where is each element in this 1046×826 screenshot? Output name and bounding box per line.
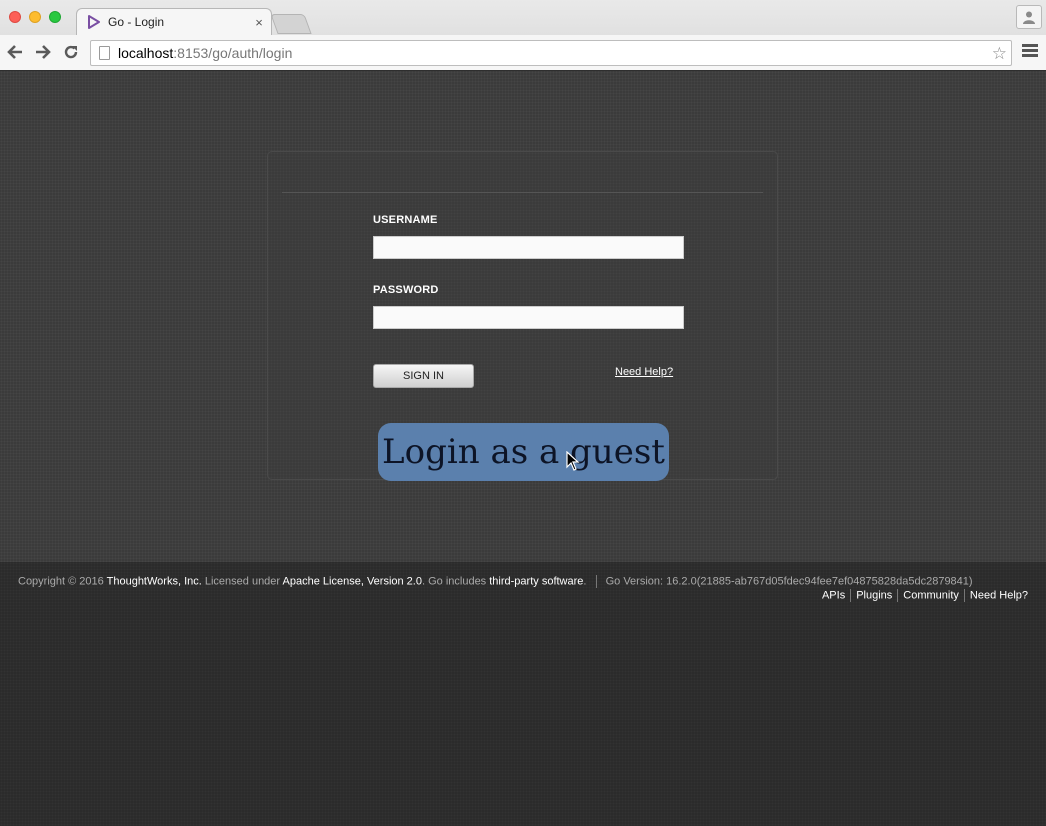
star-icon[interactable]: ☆ <box>992 44 1007 64</box>
footer-link-need-help[interactable]: Need Help? <box>970 589 1028 601</box>
copyright-text: Copyright © 2016 <box>18 575 104 588</box>
password-input[interactable] <box>373 306 684 329</box>
apache-license-link[interactable]: Apache License, Version 2.0 <box>283 575 422 587</box>
profile-icon[interactable] <box>1016 5 1042 29</box>
zoom-window-button[interactable] <box>49 11 61 23</box>
new-tab-button[interactable] <box>270 14 312 34</box>
go-version-text: Go Version: 16.2.0(21885-ab767d05fdec94f… <box>605 575 973 588</box>
person-icon <box>1023 11 1035 24</box>
footer-copyright-line: Copyright © 2016 ThoughtWorks, Inc. Lice… <box>18 575 973 588</box>
tab-close-icon[interactable]: × <box>247 15 271 30</box>
minimize-window-button[interactable] <box>29 11 41 23</box>
period-text: . <box>583 575 587 588</box>
footer-link-apis[interactable]: APIs <box>822 589 845 601</box>
username-label: USERNAME <box>373 214 438 226</box>
licensed-under-text: Licensed under <box>204 575 281 588</box>
thoughtworks-link[interactable]: ThoughtWorks, Inc. <box>107 575 202 587</box>
footer-separator <box>595 575 597 588</box>
login-as-guest-button[interactable]: Login as a guest <box>378 423 669 481</box>
browser-window-chrome: Go - Login × localhost:8153/go/auth/logi… <box>0 0 1046 70</box>
mouse-pointer-icon <box>566 451 580 471</box>
footer-links: APIs Plugins Community Need Help? <box>822 589 1028 602</box>
sign-in-button[interactable]: SIGN IN <box>373 364 474 388</box>
footer-link-community[interactable]: Community <box>903 589 959 601</box>
go-includes-text: . Go includes <box>421 575 487 588</box>
password-label: PASSWORD <box>373 284 439 296</box>
tab-title: Go - Login <box>108 15 165 29</box>
browser-tab[interactable]: Go - Login × <box>76 8 272 35</box>
url-path: :8153/go/auth/login <box>173 45 293 61</box>
browser-toolbar: localhost:8153/go/auth/login ☆ <box>0 35 1046 70</box>
footer-link-plugins[interactable]: Plugins <box>856 589 892 601</box>
username-input[interactable] <box>373 236 684 259</box>
reload-icon[interactable] <box>61 42 81 62</box>
close-window-button[interactable] <box>9 11 21 23</box>
url-host: localhost <box>118 45 174 61</box>
login-form: USERNAME PASSWORD SIGN IN Need Help? Log… <box>267 151 778 481</box>
back-arrow-icon[interactable] <box>5 42 25 62</box>
hamburger-menu-icon[interactable] <box>1022 44 1038 60</box>
login-page: USERNAME PASSWORD SIGN IN Need Help? Log… <box>0 71 1046 562</box>
third-party-software-link[interactable]: third-party software <box>489 575 583 587</box>
forward-arrow-icon[interactable] <box>33 42 53 62</box>
need-help-link[interactable]: Need Help? <box>615 366 673 378</box>
go-logo-icon <box>88 15 100 29</box>
page-footer: Copyright © 2016 ThoughtWorks, Inc. Lice… <box>0 562 1046 826</box>
url-text: localhost:8153/go/auth/login <box>118 45 292 61</box>
page-icon <box>99 46 110 60</box>
divider <box>282 192 763 193</box>
address-bar[interactable]: localhost:8153/go/auth/login ☆ <box>90 40 1012 66</box>
